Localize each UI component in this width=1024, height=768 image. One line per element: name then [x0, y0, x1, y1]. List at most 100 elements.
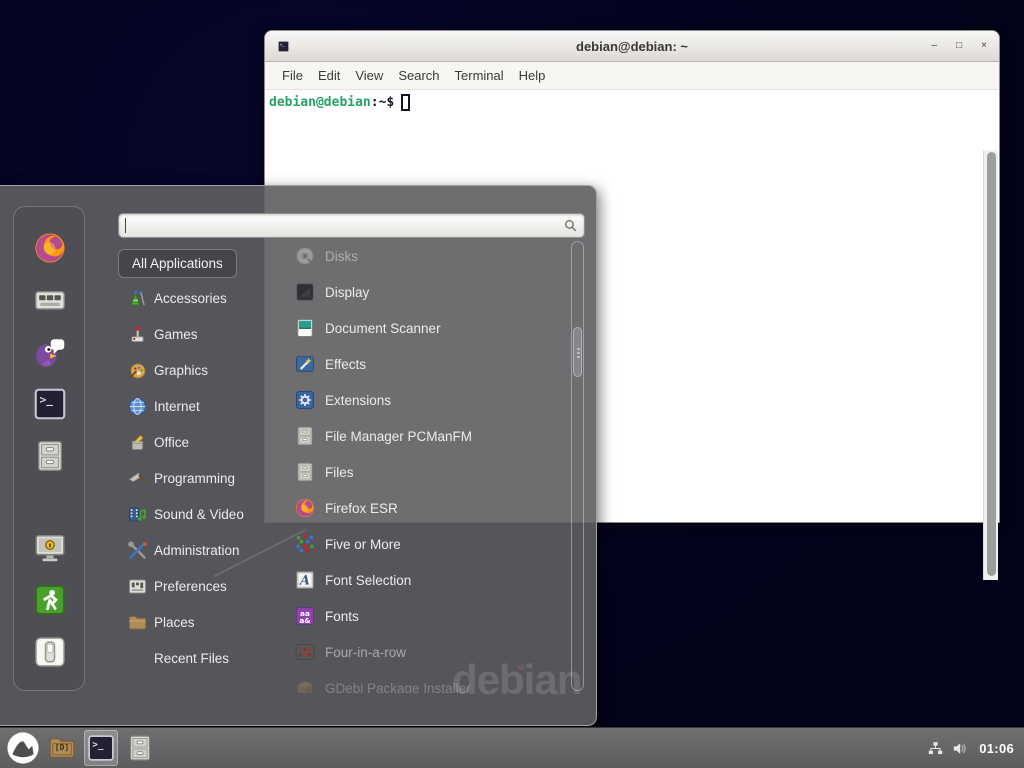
volume-icon — [951, 740, 968, 757]
font-selection-icon: A — [294, 569, 316, 591]
scrollbar-grip — [577, 348, 580, 350]
category-label: Recent Files — [154, 651, 229, 666]
category-sound-video[interactable]: Sound & Video — [118, 496, 284, 532]
terminal-icon: >_ — [32, 386, 68, 422]
favorite-terminal[interactable]: >_ — [28, 382, 72, 426]
favorite-log-out[interactable] — [28, 578, 72, 622]
category-label: Games — [154, 327, 198, 342]
category-programming[interactable]: Programming — [118, 460, 284, 496]
app-label: Files — [325, 465, 354, 480]
terminal-title: debian@debian: ~ — [265, 39, 999, 54]
terminal-icon: >_ — [86, 733, 116, 763]
maximize-button[interactable]: □ — [956, 41, 962, 51]
menu-app-list: Disks DisplayDocument ScannerEffects Exten… — [285, 238, 568, 693]
file-cabinet-icon — [294, 425, 316, 447]
window-controls: – □ × — [932, 41, 987, 51]
terminal-menu-search[interactable]: Search — [398, 68, 439, 83]
category-administration[interactable]: Administration — [118, 532, 284, 568]
search-input[interactable] — [118, 213, 585, 238]
favorite-file-manager[interactable] — [28, 434, 72, 478]
close-button[interactable]: × — [981, 41, 987, 51]
favorite-firefox[interactable] — [28, 226, 72, 270]
minimize-button[interactable]: – — [932, 41, 938, 51]
favorite-lock-screen[interactable] — [28, 526, 72, 570]
administration-icon — [127, 540, 148, 561]
tray-network[interactable] — [927, 740, 944, 757]
firefox-icon — [294, 497, 316, 519]
app-label: Font Selection — [325, 573, 411, 588]
category-places[interactable]: Places — [118, 604, 284, 640]
terminal-menu-edit[interactable]: Edit — [318, 68, 340, 83]
category-label: Places — [154, 615, 195, 630]
favorite-shut-down[interactable] — [28, 630, 72, 674]
favorite-pidgin[interactable] — [28, 330, 72, 374]
menu-scrollbar[interactable] — [571, 241, 584, 691]
app-file-manager-pcmanfm[interactable]: File Manager PCManFM — [285, 418, 568, 454]
firefox-icon — [32, 230, 68, 266]
svg-text:>_: >_ — [40, 393, 54, 406]
terminal-menu-file[interactable]: File — [282, 68, 303, 83]
preferences-icon — [127, 576, 148, 597]
terminal-menu-help[interactable]: Help — [519, 68, 546, 83]
category-label: Internet — [154, 399, 200, 414]
category-accessories[interactable]: Accessories — [118, 280, 284, 316]
terminal-menu-view[interactable]: View — [355, 68, 383, 83]
logout-icon — [32, 582, 68, 618]
taskbar-menu-button[interactable] — [6, 730, 40, 766]
app-five-or-more[interactable]: Five or More — [285, 526, 568, 562]
terminal-menubar: File Edit View Search Terminal Help — [265, 62, 999, 90]
category-internet[interactable]: Internet — [118, 388, 284, 424]
extensions-icon — [294, 389, 316, 411]
app-fonts[interactable]: aaa&Fonts — [285, 598, 568, 634]
app-firefox-esr[interactable]: Firefox ESR — [285, 490, 568, 526]
app-disks[interactable]: Disks — [285, 238, 568, 274]
accessories-icon — [127, 288, 148, 309]
app-files[interactable]: Files — [285, 454, 568, 490]
sound-video-icon — [127, 504, 148, 525]
fonts-icon: aaa& — [294, 605, 316, 627]
category-recent-files[interactable]: Recent Files — [118, 640, 284, 676]
terminal-titlebar[interactable]: >_ debian@debian: ~ –□× — [265, 31, 999, 62]
category-all-applications[interactable]: All Applications — [118, 249, 237, 278]
app-label: GDebi Package Installer — [325, 681, 471, 694]
taskbar-files-button[interactable] — [123, 730, 157, 766]
app-four-in-a-row[interactable]: Four-in-a-row — [285, 634, 568, 670]
app-document-scanner[interactable]: Document Scanner — [285, 310, 568, 346]
app-label: Disks — [325, 249, 358, 264]
app-extensions[interactable]: Extensions — [285, 382, 568, 418]
app-label: Extensions — [325, 393, 391, 408]
taskbar-buttons: [D]>_ — [6, 730, 157, 766]
taskbar-terminal-button[interactable]: >_ — [84, 730, 118, 766]
taskbar-show-desktop-button[interactable]: [D] — [45, 730, 79, 766]
clock[interactable]: 01:06 — [975, 741, 1018, 756]
category-label: Accessories — [154, 291, 227, 306]
five-or-more-icon — [294, 533, 316, 555]
terminal-menu-terminal[interactable]: Terminal — [455, 68, 504, 83]
app-gdebi-package-installer[interactable]: GDebi Package Installer — [285, 670, 568, 693]
app-label: Four-in-a-row — [325, 645, 406, 660]
application-menu: >_ All Applications Accessories Games Graph… — [0, 185, 597, 726]
category-graphics[interactable]: Graphics — [118, 352, 284, 388]
app-display[interactable]: Display — [285, 274, 568, 310]
places-icon — [127, 612, 148, 633]
app-effects[interactable]: Effects — [285, 346, 568, 382]
svg-text:a&: a& — [299, 616, 311, 625]
app-font-selection[interactable]: A Font Selection — [285, 562, 568, 598]
taskbar: [D]>_ 01:06 — [0, 727, 1024, 768]
category-label: Office — [154, 435, 189, 450]
category-icon-spacer — [127, 648, 148, 669]
programming-icon — [127, 468, 148, 489]
terminal-scrollbar-thumb[interactable] — [987, 152, 996, 576]
tray-volume[interactable] — [951, 740, 968, 757]
favorite-keyboard[interactable] — [28, 278, 72, 322]
office-icon — [127, 432, 148, 453]
svg-text:A: A — [299, 574, 310, 589]
internet-icon — [127, 396, 148, 417]
category-label: Administration — [154, 543, 240, 558]
terminal-scrollbar[interactable] — [983, 150, 998, 580]
category-office[interactable]: Office — [118, 424, 284, 460]
category-preferences[interactable]: Preferences — [118, 568, 284, 604]
app-label: Five or More — [325, 537, 401, 552]
menu-scrollbar-thumb[interactable] — [573, 327, 582, 377]
category-games[interactable]: Games — [118, 316, 284, 352]
